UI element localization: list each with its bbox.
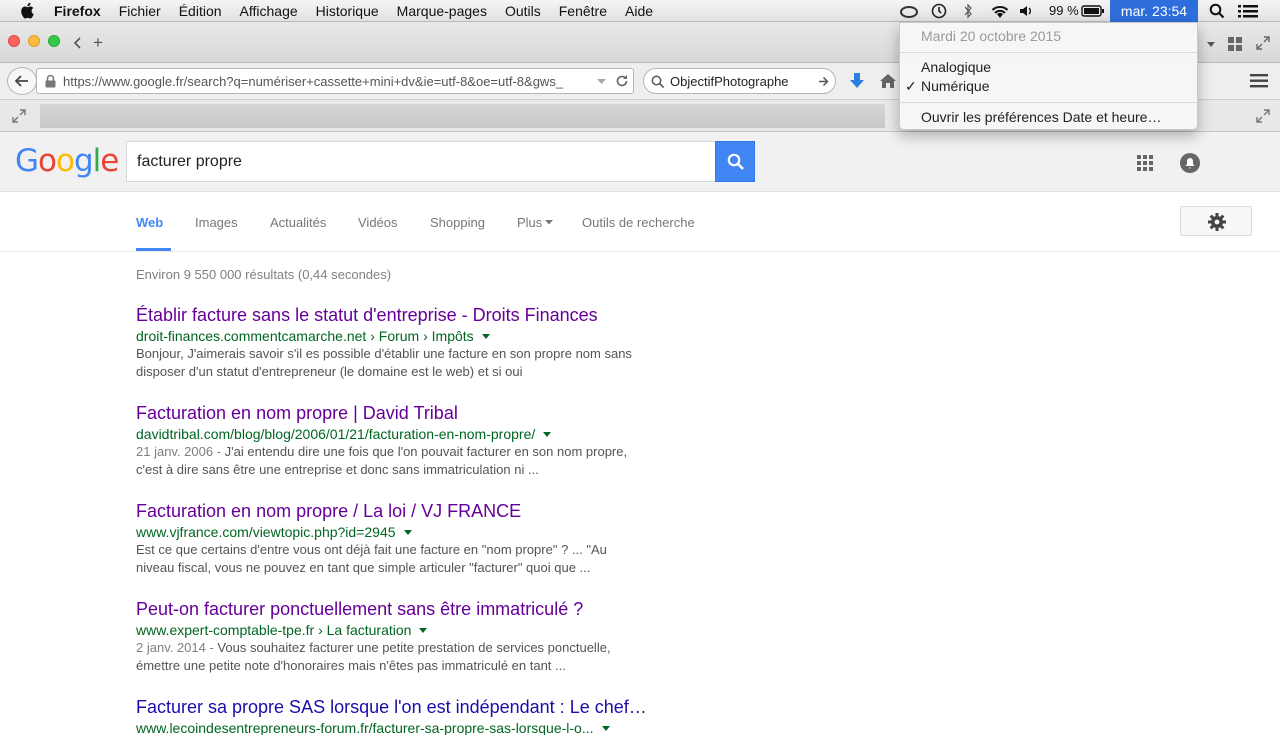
chevron-down-icon[interactable] xyxy=(543,432,552,437)
menu-separator xyxy=(900,102,1197,103)
google-results-tabs: Web Images Actualités Vidéos Shopping Pl… xyxy=(0,192,1280,252)
menu-marque-pages[interactable]: Marque-pages xyxy=(397,3,487,19)
apps-grid-icon[interactable] xyxy=(1137,155,1153,171)
google-search-button[interactable] xyxy=(715,141,755,182)
url-dropdown-icon[interactable] xyxy=(597,79,606,85)
url-bar[interactable]: https://www.google.fr/search?q=numériser… xyxy=(36,68,634,94)
menu-fenetre[interactable]: Fenêtre xyxy=(559,3,607,19)
chevron-down-icon[interactable] xyxy=(419,628,428,633)
expand-icon[interactable] xyxy=(12,109,26,123)
search-result: Facturation en nom propre | David Tribal… xyxy=(136,403,656,479)
tab-videos[interactable]: Vidéos xyxy=(358,215,398,230)
home-icon[interactable] xyxy=(879,73,897,89)
result-snippet: 21 janv. 2006 - J'ai entendu dire une fo… xyxy=(136,444,628,477)
checkmark-icon: ✓ xyxy=(905,78,917,94)
menu-edition[interactable]: Édition xyxy=(179,3,222,19)
result-url: www.vjfrance.com/viewtopic.php?id=2945 xyxy=(136,524,656,540)
menu-historique[interactable]: Historique xyxy=(316,3,379,19)
tab-images[interactable]: Images xyxy=(195,215,238,230)
url-text[interactable]: https://www.google.fr/search?q=numériser… xyxy=(63,74,563,89)
menu-affichage[interactable]: Affichage xyxy=(240,3,298,19)
tab-groups-icon[interactable] xyxy=(1228,37,1242,51)
volume-icon[interactable] xyxy=(1019,4,1035,18)
gear-icon xyxy=(1208,213,1226,231)
result-url: www.expert-comptable-tpe.fr › La factura… xyxy=(136,622,656,638)
menu-aide[interactable]: Aide xyxy=(625,3,653,19)
time-machine-icon[interactable] xyxy=(931,3,947,19)
menu-outils[interactable]: Outils xyxy=(505,3,541,19)
minimize-window-button[interactable] xyxy=(28,35,40,47)
tab-web[interactable]: Web xyxy=(136,215,163,230)
battery-percent: 99 % xyxy=(1049,3,1079,18)
apple-icon[interactable] xyxy=(20,2,34,19)
wifi-icon[interactable] xyxy=(989,3,1011,19)
back-arrow-icon xyxy=(15,75,28,87)
creative-cloud-icon[interactable] xyxy=(899,4,919,18)
result-title[interactable]: Facturation en nom propre | David Tribal xyxy=(136,403,656,424)
active-tab-indicator xyxy=(136,248,171,251)
clock-menu-date: Mardi 20 octobre 2015 xyxy=(921,28,1062,44)
search-result: Facturer sa propre SAS lorsque l'on est … xyxy=(136,697,656,735)
notifications-bell-icon[interactable] xyxy=(1180,153,1200,173)
search-result: Établir facture sans le statut d'entrepr… xyxy=(136,305,656,381)
result-snippet: 2 janv. 2014 - Vous souhaitez facturer u… xyxy=(136,640,611,673)
lock-icon[interactable] xyxy=(45,75,56,88)
result-title[interactable]: Peut-on facturer ponctuellement sans êtr… xyxy=(136,599,656,620)
search-icon xyxy=(651,75,665,89)
search-go-icon[interactable] xyxy=(818,76,829,87)
bluetooth-icon[interactable] xyxy=(963,3,973,19)
reload-icon[interactable] xyxy=(615,74,629,88)
tab-list-icon[interactable] xyxy=(1207,42,1215,48)
close-window-button[interactable] xyxy=(8,35,20,47)
google-header: Google facturer propre xyxy=(0,132,1280,192)
search-query[interactable]: facturer propre xyxy=(137,153,242,171)
tab-outils-recherche[interactable]: Outils de recherche xyxy=(582,215,695,230)
chevron-down-icon xyxy=(545,220,553,225)
chevron-down-icon[interactable] xyxy=(601,726,610,731)
tab-actualites[interactable]: Actualités xyxy=(270,215,326,230)
bookmarks-blurred-area xyxy=(40,104,885,128)
result-url: davidtribal.com/blog/blog/2006/01/21/fac… xyxy=(136,426,656,442)
menu-separator xyxy=(900,52,1197,53)
results-stats: Environ 9 550 000 résultats (0,44 second… xyxy=(136,267,392,282)
tab-plus[interactable]: Plus xyxy=(517,215,542,230)
clock-option-digital[interactable]: Numérique xyxy=(921,78,989,94)
search-result: Facturation en nom propre / La loi / VJ … xyxy=(136,501,656,577)
search-result: Peut-on facturer ponctuellement sans êtr… xyxy=(136,599,656,675)
expand-icon-right[interactable] xyxy=(1256,109,1270,123)
new-tab-button[interactable]: + xyxy=(93,33,103,53)
search-bar-text[interactable]: ObjectifPhotographe xyxy=(670,74,789,89)
notification-center-icon[interactable] xyxy=(1238,4,1258,18)
result-snippet: Bonjour, J'aimerais savoir s'il es possi… xyxy=(136,346,632,379)
hamburger-menu-icon[interactable] xyxy=(1250,74,1268,88)
tab-shopping[interactable]: Shopping xyxy=(430,215,485,230)
chevron-down-icon[interactable] xyxy=(403,530,412,535)
result-title[interactable]: Facturer sa propre SAS lorsque l'on est … xyxy=(136,697,656,718)
search-bar[interactable]: ObjectifPhotographe xyxy=(643,68,836,94)
clock-option-analog[interactable]: Analogique xyxy=(921,59,991,75)
back-button[interactable] xyxy=(7,67,37,95)
menubar-clock[interactable]: mar. 23:54 xyxy=(1110,0,1198,22)
clock-dropdown-menu: Mardi 20 octobre 2015 Analogique ✓ Numér… xyxy=(899,22,1198,130)
fullscreen-icon[interactable] xyxy=(1256,36,1270,50)
menu-fichier[interactable]: Fichier xyxy=(119,3,161,19)
battery-icon[interactable] xyxy=(1081,5,1105,17)
downloads-icon[interactable] xyxy=(849,72,865,90)
result-title[interactable]: Établir facture sans le statut d'entrepr… xyxy=(136,305,656,326)
spotlight-icon[interactable] xyxy=(1209,3,1225,19)
open-date-time-prefs[interactable]: Ouvrir les préférences Date et heure… xyxy=(921,109,1161,125)
result-url: droit-finances.commentcamarche.net › For… xyxy=(136,328,656,344)
menu-firefox[interactable]: Firefox xyxy=(54,3,101,19)
google-logo[interactable]: Google xyxy=(15,143,119,179)
chevron-down-icon[interactable] xyxy=(481,334,490,339)
result-url: www.lecoindesentrepreneurs-forum.fr/fact… xyxy=(136,720,656,735)
settings-button[interactable] xyxy=(1180,206,1252,236)
result-snippet: Est ce que certains d'entre vous ont déj… xyxy=(136,542,607,575)
tab-scroll-left-icon[interactable] xyxy=(73,37,83,49)
zoom-window-button[interactable] xyxy=(48,35,60,47)
google-search-input[interactable]: facturer propre xyxy=(126,141,716,182)
search-icon xyxy=(727,153,744,170)
macos-menubar: Firefox Fichier Édition Affichage Histor… xyxy=(0,0,1280,22)
result-title[interactable]: Facturation en nom propre / La loi / VJ … xyxy=(136,501,656,522)
